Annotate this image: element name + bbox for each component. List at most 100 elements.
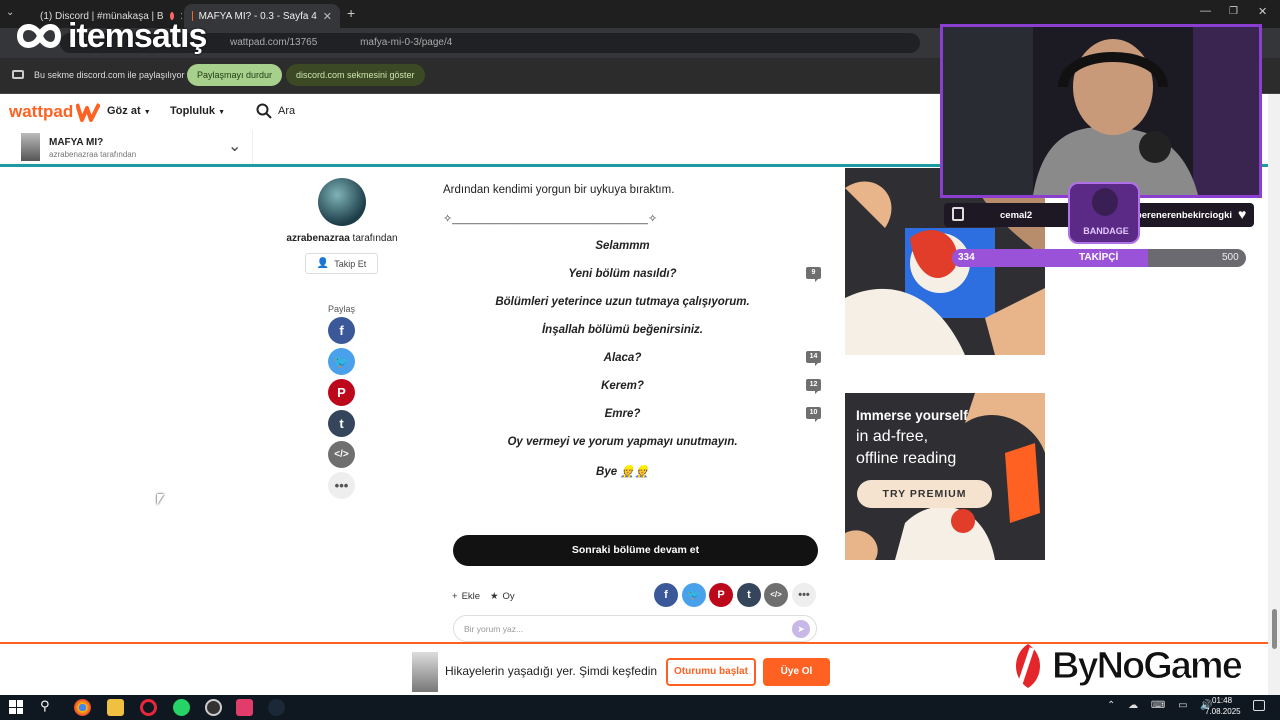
minimize-icon[interactable]: — xyxy=(1200,5,1211,17)
pinterest-share-icon[interactable]: P xyxy=(328,379,355,406)
inline-comment-count[interactable]: 10 xyxy=(806,407,821,422)
pinterest-share-icon[interactable]: P xyxy=(709,583,733,607)
author-note-line: Kerem? xyxy=(601,380,644,392)
whatsapp-taskbar-icon[interactable] xyxy=(173,699,190,716)
chevron-down-icon[interactable]: ⌄ xyxy=(228,136,241,156)
search-icon xyxy=(256,103,272,119)
clock-date[interactable]: 7.08.2025 xyxy=(1205,707,1241,716)
follower-label: TAKİPÇİ xyxy=(1079,252,1119,263)
twitter-share-icon[interactable]: 🐦 xyxy=(682,583,706,607)
banner-image xyxy=(412,652,438,692)
story-cover-thumbnail xyxy=(21,133,40,161)
obs-taskbar-icon[interactable] xyxy=(205,699,222,716)
twitter-share-icon[interactable]: 🐦 xyxy=(328,348,355,375)
opera-taskbar-icon[interactable] xyxy=(140,699,157,716)
browse-label: Göz at xyxy=(107,105,141,117)
itemsatis-logo: itemsatış xyxy=(14,16,207,56)
follow-label: Takip Et xyxy=(334,258,367,269)
share-screen-icon xyxy=(12,70,24,79)
header-divider xyxy=(252,130,253,164)
search-box[interactable]: Ara xyxy=(256,103,295,119)
bandage-badge: BANDAGE xyxy=(1068,182,1140,244)
vote-button[interactable]: ★ Oy xyxy=(490,591,515,602)
author-note-line: Bölümleri yeterince uzun tutmaya çalışıy… xyxy=(495,296,750,308)
premium-ad[interactable]: Immerse yourself in ad-free, offline rea… xyxy=(845,393,1045,560)
itemsatis-logo-text: itemsatış xyxy=(68,16,207,55)
ad-line-2: in ad-free, xyxy=(856,428,929,445)
browse-menu[interactable]: Göz at ▼ xyxy=(107,105,151,117)
stop-sharing-button[interactable]: Paylaşmayı durdur xyxy=(187,64,283,86)
author-note-line: İnşallah bölümü beğenirsiniz. xyxy=(541,324,704,336)
page-scrollbar[interactable] xyxy=(1268,94,1280,695)
notification-icon[interactable] xyxy=(1253,700,1265,711)
comment-placeholder: Bir yorum yaz... xyxy=(464,624,524,634)
more-share-icon[interactable]: ••• xyxy=(792,583,816,607)
follower-current: 334 xyxy=(958,252,975,263)
inline-comment-count[interactable]: 14 xyxy=(806,351,821,366)
more-share-icon[interactable]: ••• xyxy=(328,472,355,499)
comment-input[interactable]: Bir yorum yaz... ➤ xyxy=(453,615,817,642)
embed-share-icon[interactable]: </> xyxy=(764,583,788,607)
steam-taskbar-icon[interactable] xyxy=(268,699,285,716)
next-chapter-button[interactable]: Sonraki bölüme devam et xyxy=(453,535,818,566)
tab-wattpad[interactable]: MAFYA MI? - 0.3 - Sayfa 4 ✕ xyxy=(184,4,340,28)
community-menu[interactable]: Topluluk ▼ xyxy=(170,105,225,117)
banner-text: Hikayelerin yaşadığı yer. Şimdi keşfedin xyxy=(445,664,658,678)
left-viewer-name: cemal2 xyxy=(1000,210,1033,221)
clock-time[interactable]: 01:48 xyxy=(1212,696,1232,705)
close-tab-icon[interactable]: ✕ xyxy=(323,10,332,23)
plus-icon: + xyxy=(452,591,458,602)
right-viewer-name: alperenerenbekirciogki xyxy=(1128,210,1233,221)
author-name[interactable]: azrabenazraa xyxy=(286,233,349,244)
author-byline: azrabenazraa tarafından xyxy=(270,233,414,244)
story-paragraph: Ardından kendimi yorgun bir uykuya bırak… xyxy=(443,184,675,196)
tumblr-share-icon[interactable]: t xyxy=(737,583,761,607)
follower-goal: 500 xyxy=(1222,252,1239,263)
scrollbar-thumb[interactable] xyxy=(1272,609,1277,649)
chrome-taskbar-icon[interactable] xyxy=(74,699,91,716)
show-discord-tab-button[interactable]: discord.com sekmesini göster xyxy=(286,64,425,86)
facebook-share-icon[interactable]: f xyxy=(328,317,355,344)
follow-button[interactable]: 👤 Takip Et xyxy=(305,253,378,274)
bynogame-logo: ByNoGame xyxy=(1008,642,1243,690)
send-icon[interactable]: ➤ xyxy=(792,620,810,638)
caret-down-icon: ▼ xyxy=(143,109,151,116)
close-window-icon[interactable]: ✕ xyxy=(1258,5,1267,18)
upload-icon xyxy=(952,207,964,221)
add-to-list-button[interactable]: + Ekle xyxy=(452,591,480,602)
author-note-line: Selammm xyxy=(595,240,650,252)
inline-comment-count[interactable]: 9 xyxy=(806,267,821,282)
try-premium-button[interactable]: TRY PREMIUM xyxy=(857,480,992,508)
story-author-line: azrabenazraa tarafından xyxy=(49,150,137,159)
url-part-1: wattpad.com/13765 xyxy=(230,37,318,48)
wattpad-logo-text: wattpad xyxy=(9,102,74,121)
new-tab-icon[interactable]: + xyxy=(347,5,355,21)
author-avatar[interactable] xyxy=(318,178,366,226)
ad-line-1: Immerse yourself xyxy=(856,408,968,423)
embed-share-icon[interactable]: </> xyxy=(328,441,355,468)
taskbar-search-icon[interactable]: ⚲ xyxy=(40,698,50,714)
restore-icon[interactable]: ❐ xyxy=(1229,6,1238,17)
facebook-share-icon[interactable]: f xyxy=(654,583,678,607)
system-tray-icons[interactable]: ⌃ ☁ ⌨ ▭ 🔊 xyxy=(1107,700,1218,711)
vote-label: Oy xyxy=(502,591,515,602)
add-label: Ekle xyxy=(461,591,481,602)
author-note-line: Emre? xyxy=(604,408,641,420)
start-session-button[interactable]: Oturumu başlat xyxy=(666,658,756,686)
author-note-line: Alaca? xyxy=(603,352,642,364)
share-status-text: Bu sekme discord.com ile paylaşılıyor xyxy=(34,70,185,80)
signup-button[interactable]: Üye Ol xyxy=(763,658,830,686)
follower-goal-fill xyxy=(952,249,1149,267)
inline-comment-count[interactable]: 12 xyxy=(806,379,821,394)
file-explorer-taskbar-icon[interactable] xyxy=(107,699,124,716)
tumblr-share-icon[interactable]: t xyxy=(328,410,355,437)
media-player-taskbar-icon[interactable] xyxy=(236,699,253,716)
ad-line-3: offline reading xyxy=(856,450,957,467)
follower-goal-bar: 334 TAKİPÇİ 500 xyxy=(952,249,1246,267)
wattpad-w-icon xyxy=(76,103,101,122)
author-note-line: Oy vermeyi ve yorum yapmayı unutmayın. xyxy=(507,436,738,448)
community-label: Topluluk xyxy=(170,105,216,117)
windows-start-icon[interactable] xyxy=(9,700,23,714)
wattpad-logo[interactable]: wattpad xyxy=(9,102,101,122)
itemsatis-logo-icon xyxy=(16,24,62,48)
